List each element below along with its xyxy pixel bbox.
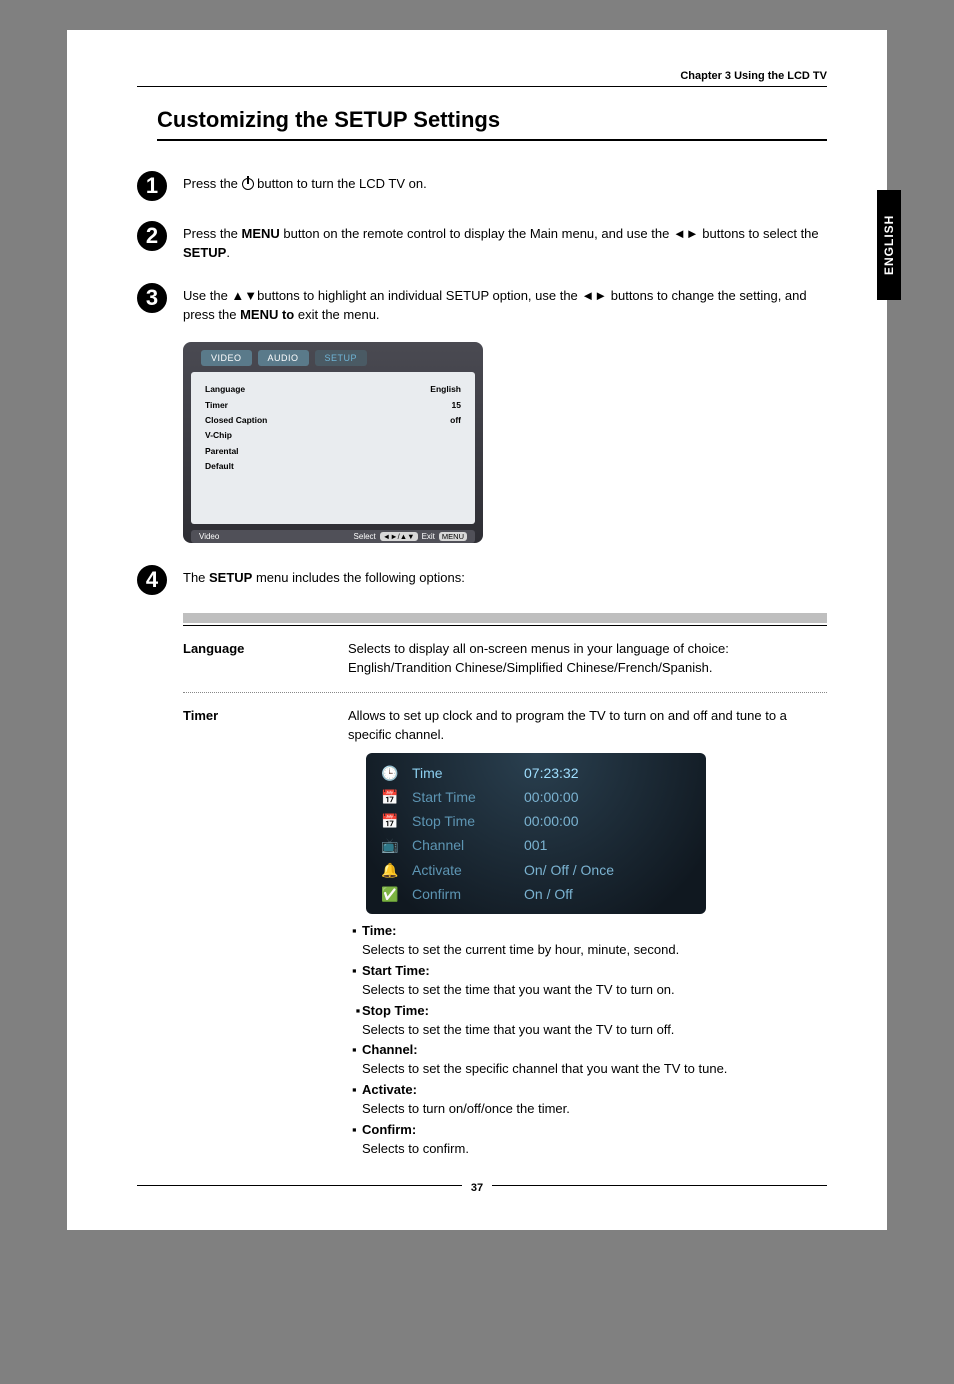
menu-row: LanguageEnglish	[205, 382, 461, 397]
bullet-channel: ▪Channel:Selects to set the specific cha…	[352, 1041, 827, 1079]
menu-footer-title: Video	[199, 532, 219, 541]
title-underline	[157, 139, 827, 141]
clock-icon: 🕒	[380, 763, 400, 783]
setup-menu-screenshot: VIDEO AUDIO SETUP LanguageEnglish Timer1…	[183, 342, 483, 543]
bullet-stop-time: ▪Stop Time:Selects to set the time that …	[352, 1002, 827, 1040]
timer-menu-screenshot: 🕒 Time 07:23:32 📅 Start Time 00:00:00 📅 …	[366, 753, 706, 915]
page-title: Customizing the SETUP Settings	[157, 107, 827, 133]
step-num-2: 2	[137, 221, 167, 251]
check-confirm-icon: ✅	[380, 884, 400, 904]
timer-bullet-list: ▪Time:Selects to set the current time by…	[348, 922, 827, 1158]
step-num-4: 4	[137, 565, 167, 595]
menu-row: Timer15	[205, 398, 461, 413]
calendar-start-icon: 📅	[380, 787, 400, 807]
bullet-activate: ▪Activate:Selects to turn on/off/once th…	[352, 1081, 827, 1119]
options-header-line	[183, 625, 827, 626]
menu-row: Parental	[205, 444, 461, 459]
option-label: Timer	[183, 707, 348, 1161]
tab-video: VIDEO	[201, 350, 252, 366]
timer-row-confirm: ✅ Confirm On / Off	[380, 882, 692, 906]
menu-row: Default	[205, 459, 461, 474]
timer-row-channel: 📺 Channel 001	[380, 833, 692, 857]
tv-channel-icon: 📺	[380, 836, 400, 856]
step-3: 3 Use the ▲▼buttons to highlight an indi…	[137, 281, 827, 325]
page-number: 37	[462, 1182, 492, 1194]
tab-setup: SETUP	[315, 350, 368, 366]
tab-audio: AUDIO	[258, 350, 309, 366]
step-2: 2 Press the MENU button on the remote co…	[137, 219, 827, 263]
step-1: 1 Press the button to turn the LCD TV on…	[137, 169, 827, 201]
step-num-3: 3	[137, 283, 167, 313]
menu-row: V-Chip	[205, 428, 461, 443]
bullet-time: ▪Time:Selects to set the current time by…	[352, 922, 827, 960]
timer-row-time: 🕒 Time 07:23:32	[380, 761, 692, 785]
language-side-tab: ENGLISH	[877, 190, 901, 300]
timer-row-start: 📅 Start Time 00:00:00	[380, 785, 692, 809]
option-timer: Timer Allows to set up clock and to prog…	[183, 707, 827, 1161]
step-num-1: 1	[137, 171, 167, 201]
chapter-header: Chapter 3 Using the LCD TV	[137, 70, 827, 87]
menu-row: Closed Captionoff	[205, 413, 461, 428]
dotted-separator	[183, 692, 827, 693]
menu-tabs: VIDEO AUDIO SETUP	[183, 350, 483, 366]
calendar-stop-icon: 📅	[380, 811, 400, 831]
bullet-start-time: ▪Start Time:Selects to set the time that…	[352, 962, 827, 1000]
chapter-text: Chapter 3 Using the LCD TV	[680, 70, 827, 82]
option-label: Language	[183, 640, 348, 678]
arrows-btn-icon: ◄►/▲▼	[380, 532, 418, 541]
step-4: 4 The SETUP menu includes the following …	[137, 563, 827, 595]
menu-body: LanguageEnglish Timer15 Closed Captionof…	[191, 372, 475, 524]
option-language: Language Selects to display all on-scree…	[183, 640, 827, 678]
power-icon	[242, 178, 254, 190]
timer-row-activate: 🔔 Activate On/ Off / Once	[380, 858, 692, 882]
option-desc: Allows to set up clock and to program th…	[348, 707, 827, 1161]
options-header-bar	[183, 613, 827, 623]
timer-row-stop: 📅 Stop Time 00:00:00	[380, 809, 692, 833]
menu-btn-icon: MENU	[439, 532, 467, 541]
document-page: Chapter 3 Using the LCD TV Customizing t…	[67, 30, 887, 1230]
menu-footer: Video Select ◄►/▲▼ Exit MENU	[191, 530, 475, 543]
bell-activate-icon: 🔔	[380, 860, 400, 880]
options-section: Language Selects to display all on-scree…	[183, 613, 827, 1160]
bullet-confirm: ▪Confirm:Selects to confirm.	[352, 1121, 827, 1159]
option-desc: Selects to display all on-screen menus i…	[348, 640, 827, 678]
